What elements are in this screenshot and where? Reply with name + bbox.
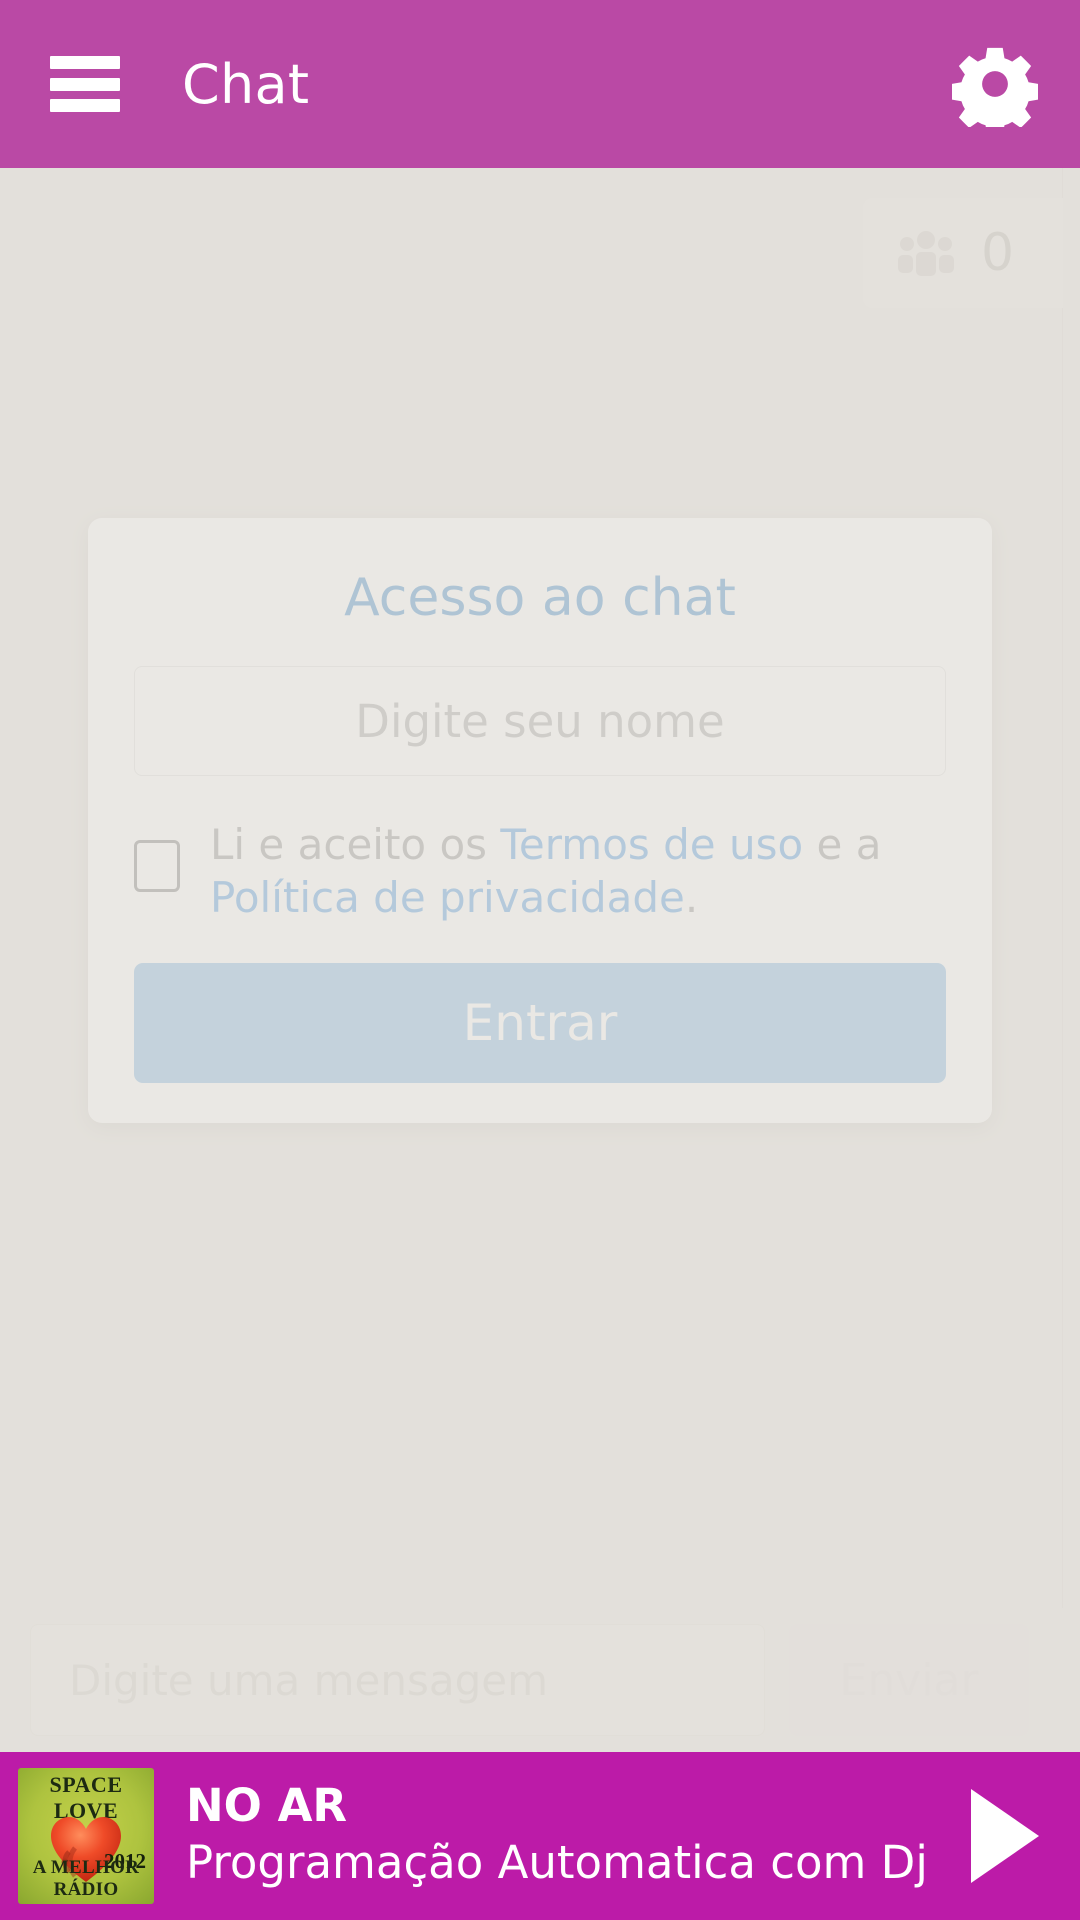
- play-icon: [971, 1789, 1039, 1883]
- play-button[interactable]: [930, 1752, 1080, 1920]
- hamburger-menu-icon[interactable]: [50, 56, 120, 112]
- page-title: Chat: [182, 52, 310, 116]
- cover-tagline: A MELHOR RÁDIO: [32, 1857, 140, 1900]
- track-info: NO AR Programação Automatica com Dj A...: [186, 1781, 930, 1892]
- app-header: Chat: [0, 0, 1080, 168]
- radio-player-bar: SPACE LOVE 2012 A MELHOR RÁDIO NO AR Pro…: [0, 1752, 1080, 1920]
- on-air-status: NO AR: [186, 1780, 348, 1832]
- modal-overlay: [0, 168, 1080, 1752]
- gear-icon: [952, 47, 1038, 127]
- hamburger-bar: [50, 77, 120, 91]
- now-playing-title: Programação Automatica com Dj A...: [186, 1836, 930, 1890]
- settings-button[interactable]: [952, 41, 1038, 127]
- hamburger-bar: [50, 56, 120, 69]
- station-cover-art: SPACE LOVE 2012 A MELHOR RÁDIO: [18, 1768, 154, 1904]
- app-root: Chat 0 Digite uma mensagem Enviar: [0, 0, 1080, 1920]
- hamburger-bar: [50, 99, 120, 112]
